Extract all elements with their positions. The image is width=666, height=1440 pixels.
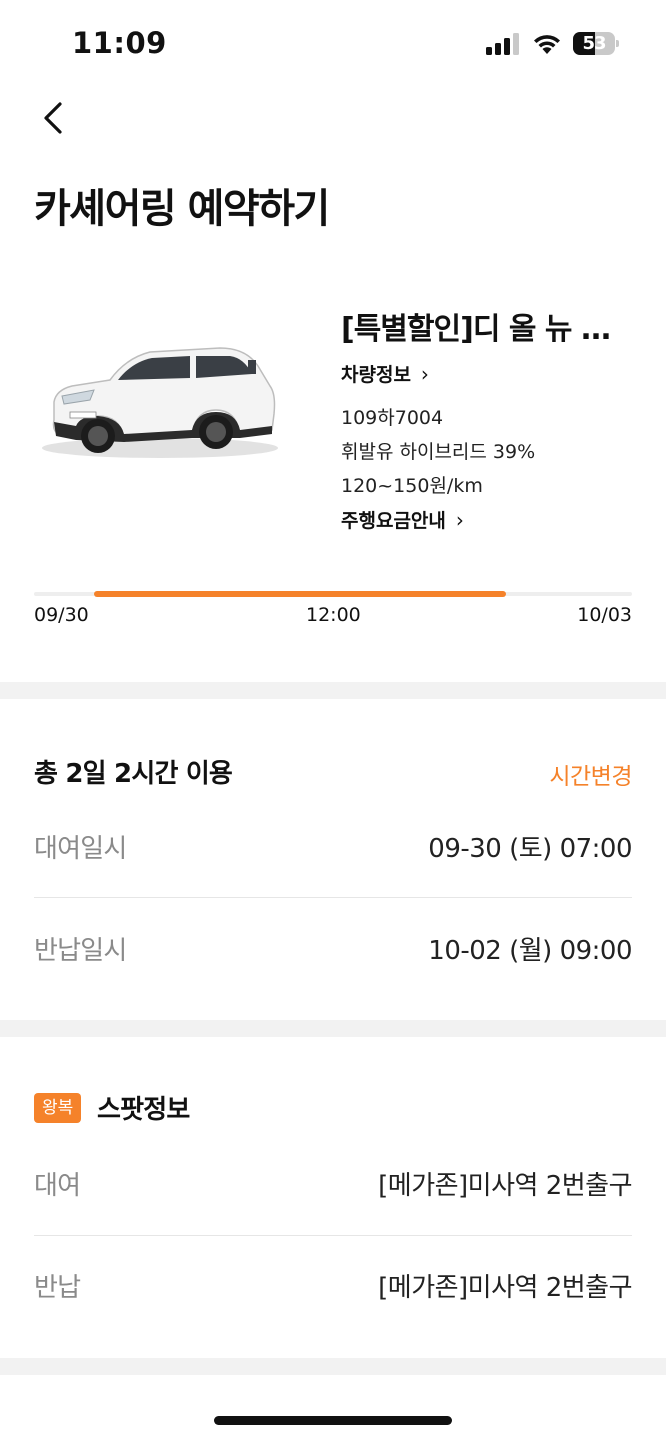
- car-rate: 120~150원/km: [341, 475, 483, 497]
- section-divider: [0, 682, 666, 699]
- vehicle-info-link[interactable]: 차량정보 ›: [341, 360, 429, 387]
- pickup-spot-label: 대여: [34, 1171, 81, 1201]
- timeline-start-label: 09/30: [34, 604, 89, 626]
- home-indicator[interactable]: [214, 1416, 452, 1425]
- driving-fee-label: 주행요금안내: [341, 510, 446, 532]
- car-name: [특별할인]디 올 뉴 니로 하이브리드: [341, 312, 633, 347]
- return-spot-label: 반납: [34, 1273, 81, 1303]
- battery-level: 53: [582, 33, 606, 54]
- car-image: [42, 347, 278, 458]
- page-title: 카셰어링 예약하기: [34, 186, 330, 232]
- section-divider: [0, 1358, 666, 1375]
- vehicle-info-label: 차량정보: [341, 364, 411, 386]
- driving-fee-link[interactable]: 주행요금안내 ›: [341, 506, 464, 533]
- return-time-value: 10-02 (월) 09:00: [428, 936, 632, 966]
- car-sharing-reservation-page: 11:09 53 카셰어링 예약하기 [특별할인]디 올 뉴 니로 차량정보 ›…: [0, 0, 666, 1440]
- battery-icon: 53: [573, 32, 619, 55]
- time-change-button[interactable]: 시간변경: [549, 757, 632, 791]
- round-trip-badge: 왕복: [34, 1093, 82, 1123]
- section-divider: [0, 1020, 666, 1037]
- rental-summary: 총 2일 2시간 이용: [34, 759, 233, 789]
- car-fuel: 휘발유 하이브리드 39%: [341, 441, 536, 463]
- rental-timeline-selection: [93, 591, 507, 597]
- back-arrow-icon[interactable]: [34, 96, 78, 140]
- wifi-icon: [534, 35, 560, 54]
- car-plate: 109하7004: [341, 407, 444, 429]
- timeline-mid-label: 12:00: [306, 604, 361, 626]
- chevron-right-icon: ›: [455, 507, 464, 532]
- rental-timeline: [34, 591, 632, 597]
- spot-info-title: 스팟정보: [97, 1095, 190, 1125]
- row-divider: [34, 1235, 632, 1236]
- pickup-time-label: 대여일시: [34, 834, 127, 864]
- status-time: 11:09: [72, 26, 167, 60]
- status-bar: 11:09 53: [0, 0, 666, 90]
- signal-icon: [486, 33, 519, 55]
- pickup-time-value: 09-30 (토) 07:00: [428, 834, 632, 864]
- return-time-label: 반납일시: [34, 936, 127, 966]
- row-divider: [34, 897, 632, 898]
- pickup-spot-value: [메가존]미사역 2번출구: [378, 1171, 632, 1201]
- timeline-end-label: 10/03: [577, 604, 632, 626]
- chevron-right-icon: ›: [420, 361, 429, 386]
- return-spot-value: [메가존]미사역 2번출구: [378, 1273, 632, 1303]
